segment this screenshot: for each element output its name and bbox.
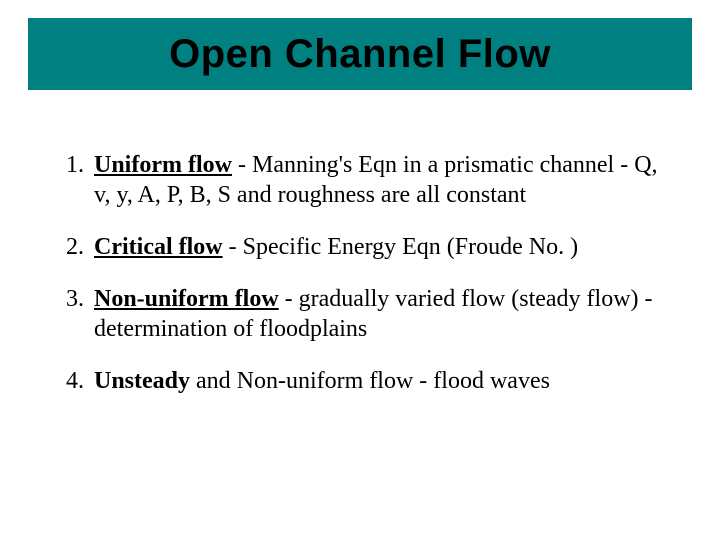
slide: Open Channel Flow Uniform flow - Manning…	[0, 0, 720, 540]
content-area: Uniform flow - Manning's Eqn in a prisma…	[50, 150, 670, 418]
item-rest: - Specific Energy Eqn (Froude No. )	[223, 234, 578, 260]
item-term: Critical flow	[94, 234, 223, 260]
slide-title: Open Channel Flow	[169, 32, 551, 77]
list-item: Non-uniform flow - gradually varied flow…	[90, 284, 670, 344]
item-rest: and Non-uniform flow - flood waves	[190, 368, 550, 394]
title-bar: Open Channel Flow	[28, 18, 692, 90]
item-term: Uniform flow	[94, 152, 232, 178]
points-list: Uniform flow - Manning's Eqn in a prisma…	[50, 150, 670, 396]
item-lead: Unsteady	[94, 368, 190, 394]
list-item: Critical flow - Specific Energy Eqn (Fro…	[90, 232, 670, 262]
list-item: Unsteady and Non-uniform flow - flood wa…	[90, 366, 670, 396]
list-item: Uniform flow - Manning's Eqn in a prisma…	[90, 150, 670, 210]
item-term: Non-uniform flow	[94, 286, 279, 312]
